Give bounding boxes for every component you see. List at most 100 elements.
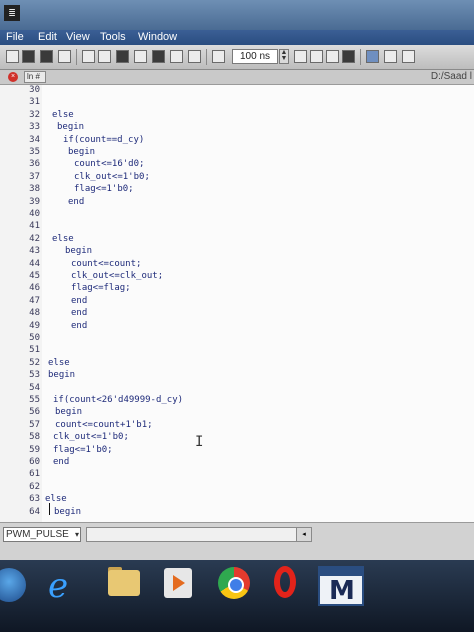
line-number: 59 <box>29 444 40 455</box>
line-number: 36 <box>29 159 40 170</box>
code-editor[interactable]: 30 31 32 33 34 35 36 37 38 39 40 41 42 43 44 45 46 47 48 49… <box>0 85 474 522</box>
line-number: 30 <box>29 85 40 95</box>
toolbar-divider <box>360 49 361 65</box>
windows-start-icon[interactable] <box>0 568 26 602</box>
run-icon[interactable] <box>294 50 307 63</box>
paste-icon[interactable] <box>116 50 129 63</box>
code-line: begin <box>55 407 83 418</box>
run-length-icon[interactable] <box>212 50 225 63</box>
line-number: 33 <box>29 122 40 133</box>
code-line: begin <box>65 246 93 257</box>
run-length-input[interactable]: 100 ns <box>232 49 278 64</box>
compile-all-icon[interactable] <box>188 50 201 63</box>
line-number: 62 <box>29 481 40 492</box>
toolbar-divider <box>76 49 77 65</box>
code-line: count<=16'd0; <box>74 159 145 170</box>
scroll-right-button[interactable]: ◂ <box>296 528 311 541</box>
mouse-ibeam-icon: I <box>195 434 204 450</box>
status-bar: PWM_PULSE ▾ ◂ <box>0 522 474 560</box>
new-file-icon[interactable] <box>6 50 19 63</box>
line-number: 56 <box>29 407 40 418</box>
open-folder-icon[interactable] <box>22 50 35 63</box>
step-over-icon[interactable] <box>384 50 397 63</box>
code-line: flag<=flag; <box>71 283 131 294</box>
line-number: 61 <box>29 469 40 480</box>
print-icon[interactable] <box>58 50 71 63</box>
ide-window: ≣ File Edit View Tools Window 100 ns ▲▼ <box>0 0 474 560</box>
code-line: begin <box>54 506 82 517</box>
line-number: 50 <box>29 333 40 343</box>
menu-bar: File Edit View Tools Window <box>0 30 474 45</box>
code-line: end <box>53 457 70 467</box>
code-line: clk_out<=1'b0; <box>53 432 129 443</box>
save-icon[interactable] <box>40 50 53 63</box>
code-line: flag<=1'b0; <box>74 184 134 195</box>
line-number: 31 <box>29 97 40 108</box>
line-number: 47 <box>29 295 40 306</box>
tab-line-number[interactable]: ln # <box>24 71 46 83</box>
modelsim-icon[interactable]: M <box>318 564 366 606</box>
find-icon[interactable] <box>152 50 165 63</box>
folder-icon[interactable] <box>102 564 152 604</box>
continue-icon[interactable] <box>310 50 323 63</box>
text-cursor <box>49 503 50 515</box>
undo-icon[interactable] <box>134 50 147 63</box>
line-number: 64 <box>29 506 40 517</box>
run-all-icon[interactable] <box>326 50 339 63</box>
code-line: end <box>71 295 88 306</box>
code-line: end <box>71 320 88 331</box>
line-number: 41 <box>29 221 40 232</box>
restart-icon[interactable] <box>402 50 415 63</box>
break-icon[interactable] <box>342 50 355 63</box>
line-number: 57 <box>29 419 40 430</box>
close-icon[interactable]: × <box>8 72 18 82</box>
line-number: 44 <box>29 258 40 269</box>
file-path: D:/Saad l <box>430 71 472 82</box>
chevron-down-icon[interactable]: ▾ <box>75 528 79 541</box>
code-line: count<=count+1'b1; <box>55 419 153 430</box>
menu-file[interactable]: File <box>6 30 24 45</box>
copy-icon[interactable] <box>98 50 111 63</box>
line-number: 37 <box>29 171 40 182</box>
internet-explorer-icon[interactable]: e <box>40 564 90 606</box>
code-line: begin <box>48 370 76 381</box>
taskbar: e M <box>0 560 474 632</box>
code-line: end <box>68 196 85 207</box>
line-number: 53 <box>29 370 40 381</box>
line-number: 48 <box>29 308 40 319</box>
module-select[interactable]: PWM_PULSE ▾ <box>3 527 81 542</box>
code-line: clk_out<=clk_out; <box>71 271 164 281</box>
modelsim-letter: M <box>329 576 355 606</box>
media-player-icon[interactable] <box>158 564 208 604</box>
opera-icon[interactable] <box>268 564 318 604</box>
title-bar: ≣ <box>0 0 474 30</box>
line-number: 58 <box>29 432 40 443</box>
line-number: 32 <box>29 109 40 120</box>
line-number-gutter: 30 31 32 33 34 35 36 37 38 39 40 41 42 43 44 45 46 47 48 49… <box>0 85 42 522</box>
line-number: 52 <box>29 357 40 368</box>
menu-tools[interactable]: Tools <box>100 30 126 45</box>
code-line: clk_out<=1'b0; <box>74 171 150 182</box>
app-icon[interactable]: ≣ <box>4 5 20 21</box>
line-number: 55 <box>29 395 40 405</box>
line-number: 51 <box>29 345 40 356</box>
run-length-stepper[interactable]: ▲ ▼ <box>279 49 289 64</box>
code-line: end <box>71 308 88 319</box>
cut-icon[interactable] <box>82 50 95 63</box>
code-line: else <box>52 109 74 120</box>
toolbar-divider <box>206 49 207 65</box>
line-number: 43 <box>29 246 40 257</box>
menu-edit[interactable]: Edit <box>38 30 57 45</box>
menu-view[interactable]: View <box>66 30 90 45</box>
line-number: 54 <box>29 382 40 393</box>
toolbar: 100 ns ▲ ▼ <box>0 45 474 70</box>
line-number: 35 <box>29 147 40 157</box>
step-icon[interactable] <box>366 50 379 63</box>
code-line: begin <box>57 122 85 133</box>
code-line: else <box>52 233 74 244</box>
editor-tab-strip: × ln # D:/Saad l <box>0 70 474 85</box>
menu-window[interactable]: Window <box>138 30 177 45</box>
horizontal-scrollbar[interactable]: ◂ <box>86 527 312 542</box>
chrome-icon[interactable] <box>214 564 264 604</box>
compile-icon[interactable] <box>170 50 183 63</box>
